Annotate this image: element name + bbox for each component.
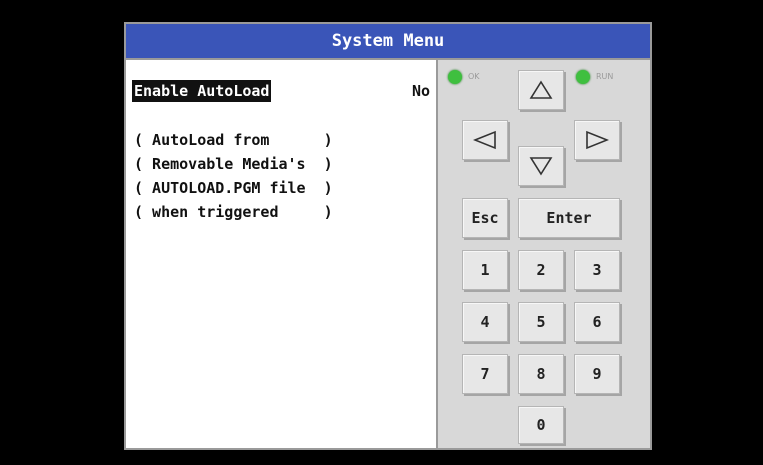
hmi-screen: System Menu Enable AutoLoad No ( AutoLoa…: [124, 22, 652, 450]
digit-7-key[interactable]: 7: [462, 354, 508, 394]
right-arrow-icon: [586, 130, 609, 150]
up-arrow-icon: [529, 80, 553, 99]
digit-4-key[interactable]: 4: [462, 302, 508, 342]
description-line: ( AUTOLOAD.PGM file ): [134, 179, 333, 197]
run-label: RUN: [596, 72, 614, 81]
digit-1-key[interactable]: 1: [462, 250, 508, 290]
title-bar: System Menu: [126, 24, 650, 60]
up-arrow-key[interactable]: [518, 70, 564, 110]
menu-content: Enable AutoLoad No ( AutoLoad from ) ( R…: [126, 60, 438, 448]
digit-9-key[interactable]: 9: [574, 354, 620, 394]
right-arrow-key[interactable]: [574, 120, 620, 160]
ok-label: OK: [468, 72, 480, 81]
left-arrow-icon: [473, 130, 496, 150]
description-line: ( AutoLoad from ): [134, 131, 333, 149]
esc-key[interactable]: Esc: [462, 198, 508, 238]
setting-label-selected[interactable]: Enable AutoLoad: [132, 80, 272, 102]
digit-3-key[interactable]: 3: [574, 250, 620, 290]
digit-6-key[interactable]: 6: [574, 302, 620, 342]
digit-5-key[interactable]: 5: [518, 302, 564, 342]
description-line: ( Removable Media's ): [134, 155, 333, 173]
digit-2-key[interactable]: 2: [518, 250, 564, 290]
left-arrow-key[interactable]: [462, 120, 508, 160]
enter-key[interactable]: Enter: [518, 198, 620, 238]
description-line: ( when triggered ): [134, 203, 333, 221]
setting-value: No: [412, 82, 431, 100]
keypad: OK RUN Esc Enter 1 2 3 4 5 6 7 8 9 0: [438, 60, 650, 448]
ok-led-icon: [448, 70, 462, 84]
digit-0-key[interactable]: 0: [518, 406, 564, 444]
down-arrow-key[interactable]: [518, 146, 564, 186]
setting-description: ( AutoLoad from ) ( Removable Media's ) …: [134, 128, 333, 224]
run-led-icon: [576, 70, 590, 84]
down-arrow-icon: [529, 157, 553, 176]
page-title: System Menu: [331, 31, 445, 51]
digit-8-key[interactable]: 8: [518, 354, 564, 394]
